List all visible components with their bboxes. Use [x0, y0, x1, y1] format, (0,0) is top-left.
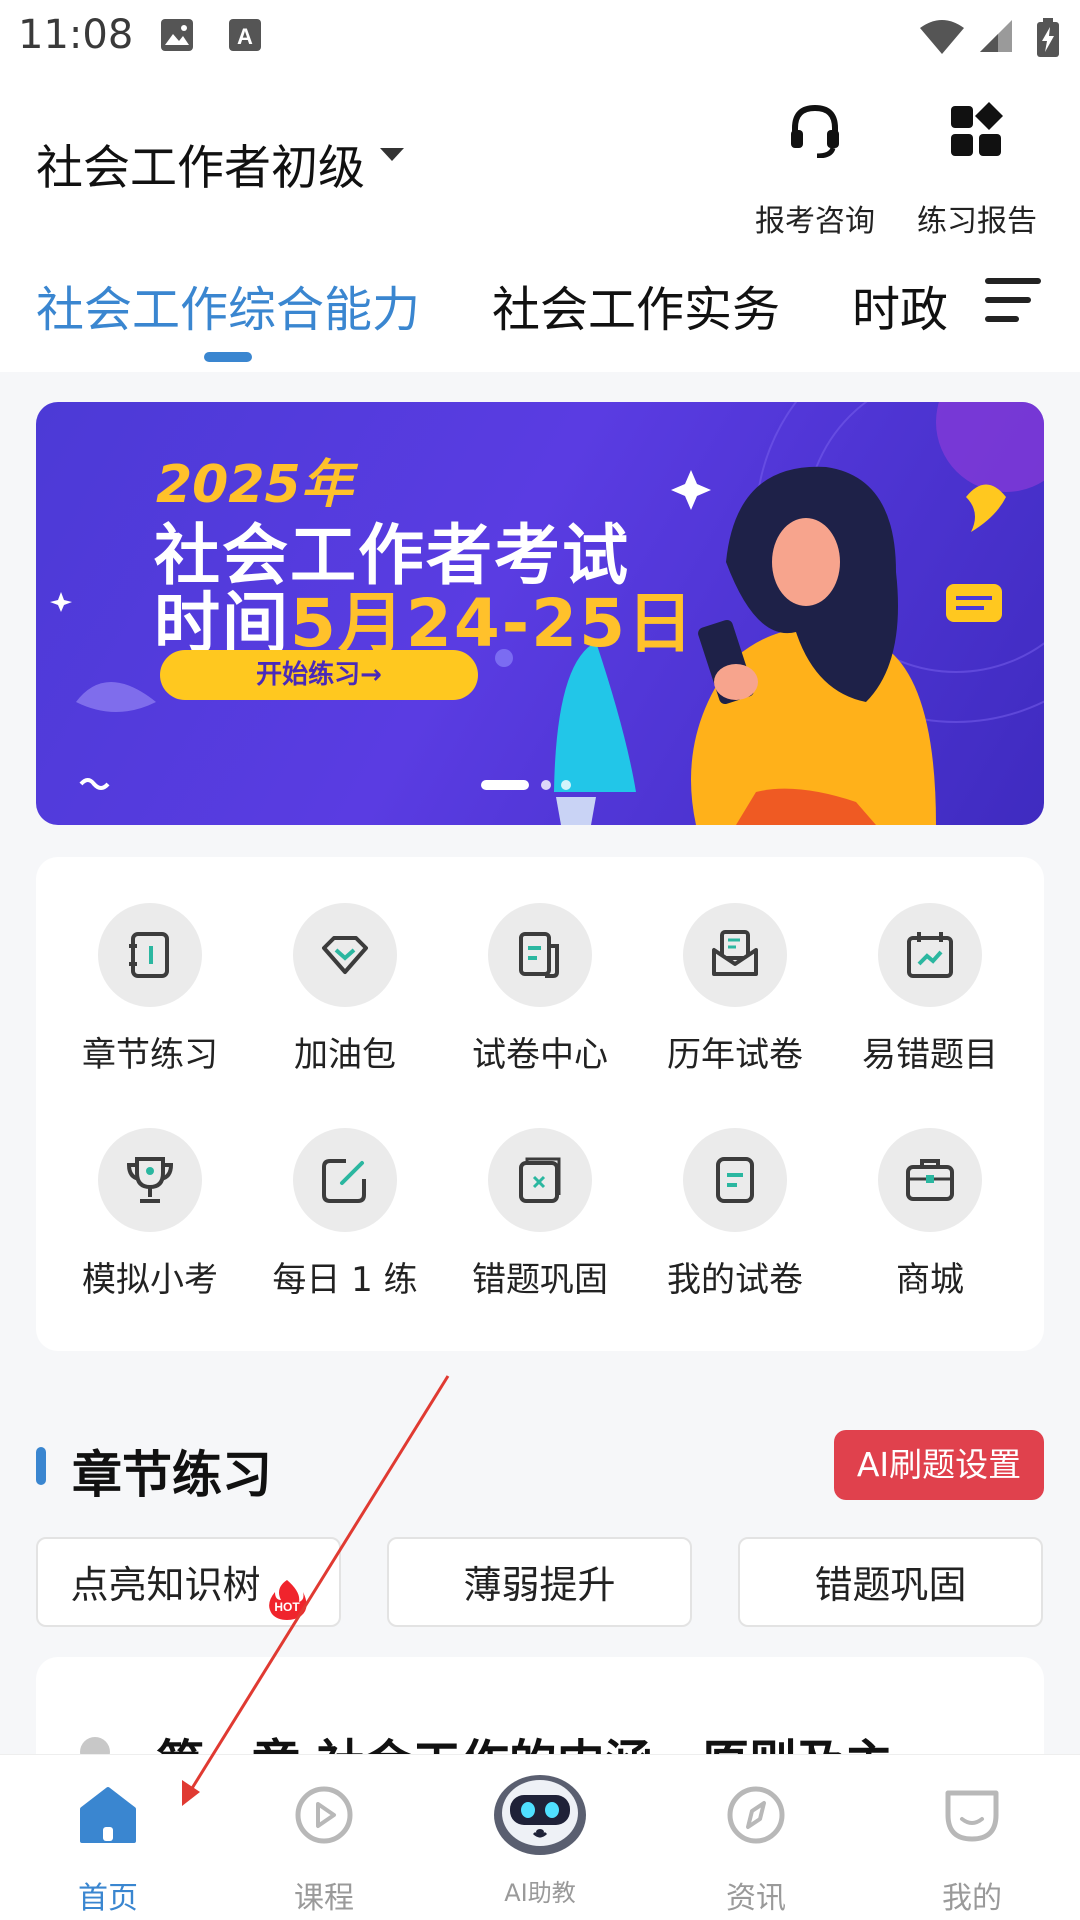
banner-dot-active: [481, 780, 529, 790]
func-label: 历年试卷: [667, 1035, 803, 1075]
nav-profile[interactable]: 我的: [864, 1755, 1080, 1920]
nav-home[interactable]: 首页: [0, 1755, 216, 1920]
section-title: 章节练习: [72, 1446, 272, 1504]
consult-label: 报考咨询: [755, 204, 875, 239]
func-label: 加油包: [294, 1035, 396, 1075]
chip-label: 薄弱提升: [463, 1562, 616, 1607]
signal-icon: [978, 18, 1014, 58]
trophy-icon: [98, 1128, 202, 1232]
func-label: 试卷中心: [472, 1035, 608, 1075]
func-label: 我的试卷: [667, 1260, 803, 1300]
notebook-icon: [98, 903, 202, 1007]
svg-text:A: A: [237, 24, 253, 49]
practice-report-button[interactable]: 练习报告: [902, 102, 1052, 239]
compass-icon: [727, 1786, 785, 1844]
envelope-doc-icon: [683, 903, 787, 1007]
tab-menu-icon[interactable]: [985, 278, 1041, 324]
wrong-consolidate-chip[interactable]: 错题巩固: [738, 1537, 1043, 1627]
wrong-book-icon: [488, 1128, 592, 1232]
func-label: 易错题目: [862, 1035, 998, 1075]
banner-start-button[interactable]: 开始练习→: [160, 650, 478, 700]
light-knowledge-tree-chip[interactable]: 点亮知识树 HOT: [36, 1537, 341, 1627]
func-label: 章节练习: [82, 1035, 218, 1075]
consult-button[interactable]: 报考咨询: [740, 102, 890, 239]
func-label: 错题巩固: [472, 1260, 608, 1300]
bottom-nav: 首页 课程 AI助教 资讯 我的: [0, 1754, 1080, 1920]
chevron-down-icon: [380, 148, 404, 161]
nav-news[interactable]: 资讯: [648, 1755, 864, 1920]
nav-ai-assistant[interactable]: AI助教: [432, 1755, 648, 1920]
calendar-chart-icon: [878, 903, 982, 1007]
header: 社会工作者初级 报考咨询 练习报告 社会工作综合能力 社会工作实务 时政: [0, 74, 1080, 372]
edit-square-icon: [293, 1128, 397, 1232]
promo-banner[interactable]: 2025年 社会工作者考试 时间5月24-25日 开始练习→: [36, 402, 1044, 825]
grid-apps-icon: [951, 102, 1003, 156]
play-circle-icon: [295, 1786, 353, 1844]
nav-courses[interactable]: 课程: [216, 1755, 432, 1920]
diamond-icon: [293, 903, 397, 1007]
nav-label: 课程: [294, 1881, 354, 1916]
nav-label: 资讯: [726, 1881, 786, 1916]
hot-flame-icon: HOT: [267, 1564, 307, 1620]
text-notification-icon: A: [228, 18, 262, 56]
briefcase-icon: [878, 1128, 982, 1232]
banner-dot: [561, 780, 571, 790]
profile-face-icon: [945, 1790, 999, 1842]
func-label: 商城: [896, 1260, 964, 1300]
image-notification-icon: [160, 18, 194, 56]
nav-label: 首页: [78, 1881, 138, 1916]
wifi-icon: [918, 18, 966, 60]
section-accent-bar: [36, 1447, 46, 1485]
nav-label: AI助教: [504, 1879, 576, 1907]
tab-practice[interactable]: 社会工作实务: [492, 270, 780, 340]
active-tab-indicator: [204, 352, 252, 362]
robot-avatar-icon: [494, 1775, 586, 1855]
ai-practice-settings-button[interactable]: AI刷题设置: [834, 1430, 1044, 1500]
tab-current-affairs[interactable]: 时政: [852, 270, 948, 340]
function-grid: 章节练习 加油包 试卷中心 历年试卷 易错题目 模拟小考 每日 1 练 错题巩固…: [36, 857, 1044, 1351]
paper-stack-icon: [488, 903, 592, 1007]
home-icon: [80, 1787, 136, 1843]
banner-dot: [541, 780, 551, 790]
exam-title: 社会工作者初级: [36, 141, 365, 196]
chip-label: 点亮知识树: [70, 1562, 261, 1607]
headset-icon: [791, 104, 839, 158]
func-label: 模拟小考: [82, 1260, 218, 1300]
hot-badge-text: HOT: [274, 1600, 300, 1614]
weakness-improve-chip[interactable]: 薄弱提升: [387, 1537, 692, 1627]
status-time: 11:08: [18, 12, 134, 58]
report-label: 练习报告: [917, 204, 1037, 239]
my-paper-icon: [683, 1128, 787, 1232]
func-label: 每日 1 练: [272, 1260, 418, 1300]
tab-comprehensive-ability[interactable]: 社会工作综合能力: [36, 270, 420, 340]
nav-label: 我的: [942, 1881, 1002, 1916]
battery-charging-icon: [1036, 18, 1060, 62]
chip-label: 错题巩固: [814, 1562, 967, 1607]
status-bar: 11:08 A: [0, 0, 1080, 74]
